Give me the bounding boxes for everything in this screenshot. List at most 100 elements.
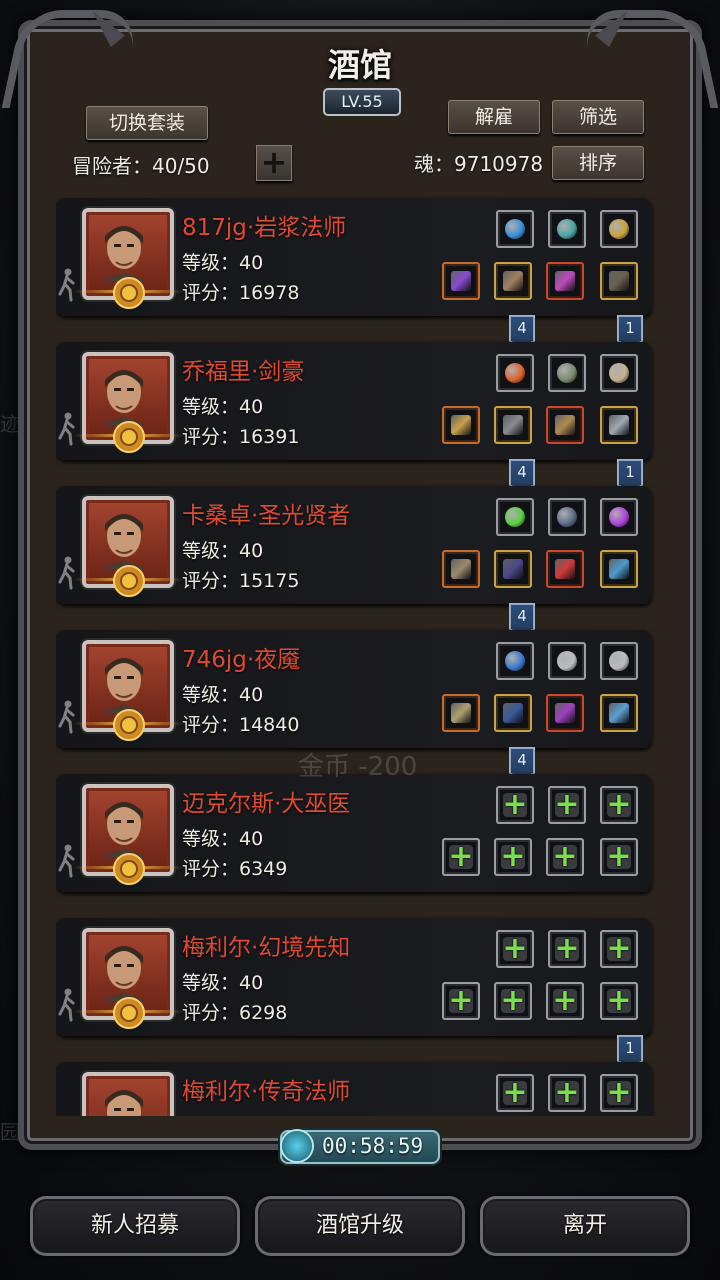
equipment-slot[interactable]: +	[600, 1074, 638, 1112]
add-icon: +	[606, 839, 632, 874]
equipment-slot[interactable]	[496, 354, 534, 392]
runner-icon	[58, 988, 76, 1022]
equipment-slot[interactable]	[494, 694, 532, 732]
equipment-slot[interactable]	[600, 406, 638, 444]
equipment-slot[interactable]	[546, 694, 584, 732]
equipment-slot[interactable]	[548, 498, 586, 536]
recruit-button[interactable]: 新人招募	[30, 1196, 240, 1256]
sword-icon	[451, 415, 471, 435]
equipment-slot[interactable]: +	[600, 930, 638, 968]
switch-set-button[interactable]: 切换套装	[86, 106, 208, 140]
mace-icon	[451, 559, 471, 579]
page-title: 酒馆	[327, 46, 392, 84]
equipment-slot[interactable]	[494, 262, 532, 300]
equipment-slot[interactable]	[600, 642, 638, 680]
runner-icon	[58, 268, 76, 302]
hero-card[interactable]: 卡桑卓·圣光贤者 等级：40 评分：15175	[56, 486, 652, 604]
equipment-slot[interactable]	[546, 406, 584, 444]
equipment-slot[interactable]: +	[496, 930, 534, 968]
equipment-slot[interactable]: +	[442, 982, 480, 1020]
hero-score: 评分：6349	[182, 858, 288, 880]
hero-card[interactable]: 乔福里·剑豪 等级：40 评分：16391	[56, 342, 652, 460]
equipment-slot[interactable]	[548, 210, 586, 248]
add-slot-button[interactable]: +	[256, 145, 292, 181]
equipment-slot[interactable]	[548, 642, 586, 680]
blue-armor-icon	[503, 703, 523, 723]
hero-card[interactable]: 746jg·夜魇 等级：40 评分：14840	[56, 630, 652, 748]
hero-score: 评分：14840	[182, 714, 300, 736]
equipment-slot[interactable]	[496, 498, 534, 536]
sort-button[interactable]: 排序	[552, 146, 644, 180]
equipment-slot[interactable]: +	[442, 838, 480, 876]
hero-face-icon	[102, 514, 146, 570]
equipment-slot[interactable]: +	[600, 786, 638, 824]
hero-card[interactable]: 梅利尔·传奇法师 + + +	[56, 1062, 652, 1116]
equipment-slot[interactable]	[494, 550, 532, 588]
hero-score: 评分：15175	[182, 570, 300, 592]
equipment-slot[interactable]: +	[546, 982, 584, 1020]
equipment-slot[interactable]	[494, 406, 532, 444]
equipment-slot[interactable]: +	[496, 1074, 534, 1112]
equipment-slot[interactable]: +	[494, 982, 532, 1020]
equipment-slot[interactable]: +	[548, 930, 586, 968]
equipment-slot[interactable]	[442, 406, 480, 444]
equipment-slot[interactable]: +	[600, 838, 638, 876]
hero-name: 梅利尔·幻境先知	[182, 935, 351, 961]
hero-level: 等级：40	[182, 972, 264, 994]
hero-list[interactable]: 817jg·岩浆法师 等级：40 评分：16978 41 乔福里·剑豪 等级：4…	[56, 192, 656, 1116]
hero-card[interactable]: 梅利尔·幻境先知 等级：40 评分：6298 + + + + + + +	[56, 918, 652, 1036]
hero-face-icon	[105, 1090, 143, 1116]
equipment-slot[interactable]: +	[496, 786, 534, 824]
triangle-rune-icon	[557, 507, 577, 527]
add-icon: +	[554, 787, 580, 822]
equipment-slot[interactable]	[548, 354, 586, 392]
equipment-slot[interactable]: +	[548, 786, 586, 824]
equipment-slot[interactable]	[496, 210, 534, 248]
star-emblem-icon	[112, 708, 146, 742]
filter-button[interactable]: 筛选	[552, 100, 644, 134]
equipment-slot[interactable]: +	[494, 838, 532, 876]
upgrade-tavern-button[interactable]: 酒馆升级	[255, 1196, 465, 1256]
clock-icon	[282, 1131, 312, 1161]
add-icon: +	[502, 1075, 528, 1110]
equipment-slot[interactable]	[546, 262, 584, 300]
equipment-slot[interactable]	[442, 694, 480, 732]
add-icon: +	[554, 1075, 580, 1110]
hero-score: 评分：16978	[182, 282, 300, 304]
add-icon: +	[552, 983, 578, 1018]
equipment-slot[interactable]	[496, 642, 534, 680]
equipment-slot[interactable]: +	[548, 1074, 586, 1112]
hero-score: 评分：16391	[182, 426, 300, 448]
horn-icon	[609, 363, 629, 383]
star-emblem-icon	[112, 420, 146, 454]
purple-gem-icon	[609, 507, 629, 527]
hero-portrait[interactable]	[82, 1072, 174, 1116]
hero-face-icon	[102, 802, 146, 858]
scroll-icon	[555, 415, 575, 435]
hero-card[interactable]: 817jg·岩浆法师 等级：40 评分：16978	[56, 198, 652, 316]
equipment-slot[interactable]: +	[546, 838, 584, 876]
equipment-slot[interactable]	[546, 550, 584, 588]
hero-name: 卡桑卓·圣光贤者	[182, 503, 351, 529]
green-crystal-icon	[505, 507, 525, 527]
equipment-slot[interactable]: +	[600, 982, 638, 1020]
dismiss-button[interactable]: 解雇	[448, 100, 540, 134]
equipment-slot[interactable]	[600, 262, 638, 300]
hero-card[interactable]: 迈克尔斯·大巫医 等级：40 评分：6349 + + + + + + +	[56, 774, 652, 892]
armor-icon	[503, 271, 523, 291]
refresh-timer: 00:58:59	[280, 1130, 440, 1164]
equipment-slot[interactable]	[442, 550, 480, 588]
leave-button[interactable]: 离开	[480, 1196, 690, 1256]
equipment-slot[interactable]	[442, 262, 480, 300]
timer-text: 00:58:59	[322, 1134, 424, 1158]
equipment-slot[interactable]	[600, 210, 638, 248]
soul-count: 魂：9710978	[414, 152, 544, 176]
hero-face-icon	[102, 370, 146, 426]
robe-icon	[503, 559, 523, 579]
boots-icon	[609, 271, 629, 291]
equipment-slot[interactable]	[600, 694, 638, 732]
equipment-slot[interactable]	[600, 354, 638, 392]
equipment-slot[interactable]	[600, 550, 638, 588]
star-emblem-icon	[112, 276, 146, 310]
equipment-slot[interactable]	[600, 498, 638, 536]
